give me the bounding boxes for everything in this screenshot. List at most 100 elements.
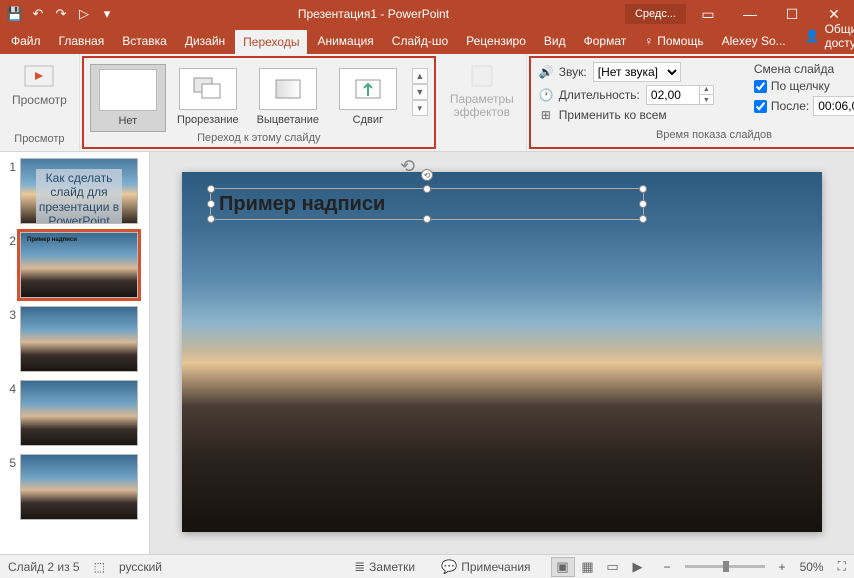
sound-label: Звук:	[559, 65, 587, 79]
thumb-4[interactable]	[20, 380, 138, 446]
tab-file[interactable]: Файл	[2, 28, 50, 54]
after-spinner[interactable]: ▲▼	[813, 96, 854, 116]
spellcheck-icon[interactable]: ⬚	[94, 560, 105, 574]
effect-options-button: Параметры эффектов	[444, 58, 520, 123]
sound-select[interactable]: [Нет звука]	[593, 62, 681, 82]
transition-push[interactable]: Сдвиг	[330, 64, 406, 130]
slide[interactable]: Пример надписи ⟲	[182, 172, 822, 532]
zoom-knob[interactable]	[723, 561, 729, 572]
textbox[interactable]: Пример надписи ⟲	[210, 188, 644, 220]
zoom-slider[interactable]	[685, 565, 765, 568]
tab-help[interactable]: ♀Помощь	[635, 28, 712, 54]
duration-up[interactable]: ▲	[699, 85, 713, 95]
slideshow-view-button[interactable]: ▶	[626, 557, 650, 577]
thumb-row-2[interactable]: 2 Пример надписи	[4, 232, 145, 298]
gallery-up-button[interactable]: ▲	[412, 68, 428, 84]
zoom-out-button[interactable]: −	[664, 560, 671, 574]
handle-br[interactable]	[639, 215, 647, 223]
apply-all-button[interactable]: Применить ко всем	[559, 108, 667, 122]
comments-icon: 💬	[441, 559, 457, 575]
transition-none[interactable]: Нет	[90, 64, 166, 132]
duration-input[interactable]	[647, 88, 699, 102]
zoom-in-button[interactable]: +	[779, 560, 786, 574]
body: 1 Как сделать слайд дляпрезентации в Pow…	[0, 152, 854, 554]
thumb-3[interactable]	[20, 306, 138, 372]
notes-button[interactable]: ≣Заметки	[348, 557, 421, 577]
advance-title: Смена слайда	[754, 62, 854, 76]
transition-cut-icon	[179, 68, 237, 110]
canvas[interactable]: ⟲ Пример надписи ⟲	[150, 152, 854, 554]
zoom-level[interactable]: 50%	[800, 560, 824, 574]
fit-window-button[interactable]: ⛶	[838, 559, 846, 574]
ribbon: Просмотр Просмотр Нет Прорезание Выцвета…	[0, 54, 854, 152]
preview-label: Просмотр	[12, 93, 67, 107]
tab-design[interactable]: Дизайн	[176, 28, 234, 54]
handle-tl[interactable]	[207, 185, 215, 193]
tab-transitions[interactable]: Переходы	[234, 29, 308, 54]
duration-down[interactable]: ▼	[699, 95, 713, 105]
tab-review[interactable]: Рецензиро	[457, 28, 535, 54]
tab-slideshow[interactable]: Слайд-шо	[383, 28, 457, 54]
person-icon: 👤	[805, 29, 820, 43]
thumb-1[interactable]: Как сделать слайд дляпрезентации в Power…	[20, 158, 138, 224]
group-timing: 🔊 Звук: [Нет звука] 🕐 Длительность: ▲▼ ⊞…	[529, 56, 854, 149]
notes-icon: ≣	[354, 559, 365, 575]
tab-insert[interactable]: Вставка	[113, 28, 176, 54]
tab-animations[interactable]: Анимация	[308, 28, 382, 54]
textbox-text: Пример надписи	[219, 193, 385, 216]
group-preview-label: Просмотр	[14, 133, 64, 147]
tab-format[interactable]: Формат	[575, 28, 636, 54]
transition-push-label: Сдвиг	[353, 114, 383, 126]
preview-button[interactable]: Просмотр	[6, 58, 73, 111]
tab-home[interactable]: Главная	[50, 28, 114, 54]
duration-label: Длительность:	[559, 88, 640, 102]
minimize-button[interactable]: —	[730, 0, 770, 28]
transition-fade[interactable]: Выцветание	[250, 64, 326, 130]
status-slide: Слайд 2 из 5	[8, 560, 80, 574]
thumb-row-4[interactable]: 4	[4, 380, 145, 446]
thumb-row-1[interactable]: 1 Как сделать слайд дляпрезентации в Pow…	[4, 158, 145, 224]
redo-button[interactable]: ↷	[50, 3, 72, 25]
save-button[interactable]: 💾	[4, 3, 26, 25]
group-transitions: Нет Прорезание Выцветание Сдвиг ▲ ▼ ▾ Пе…	[82, 56, 436, 149]
transition-fade-label: Выцветание	[257, 114, 319, 126]
handle-tr[interactable]	[639, 185, 647, 193]
sound-icon: 🔊	[539, 65, 553, 79]
sorter-view-button[interactable]: ▦	[576, 557, 600, 577]
titlebar: 💾 ↶ ↷ ▷ ▾ Презентация1 - PowerPoint Сред…	[0, 0, 854, 28]
start-slideshow-button[interactable]: ▷	[73, 3, 95, 25]
handle-tm[interactable]	[423, 185, 431, 193]
rotate-handle[interactable]: ⟲	[421, 169, 433, 181]
gallery-more-button[interactable]: ▾	[412, 100, 428, 116]
group-transitions-label: Переход к этому слайду	[197, 132, 320, 146]
after-checkbox[interactable]	[754, 100, 767, 113]
status-language[interactable]: русский	[119, 560, 162, 574]
handle-bl[interactable]	[207, 215, 215, 223]
thumb-2[interactable]: Пример надписи	[20, 232, 138, 298]
share-button[interactable]: 👤Общий доступ	[795, 18, 854, 54]
undo-button[interactable]: ↶	[27, 3, 49, 25]
reading-view-button[interactable]: ▭	[601, 557, 625, 577]
handle-mr[interactable]	[639, 200, 647, 208]
after-input[interactable]	[814, 99, 854, 113]
group-preview: Просмотр Просмотр	[0, 54, 80, 151]
gallery-scroll: ▲ ▼ ▾	[412, 68, 428, 116]
duration-spinner[interactable]: ▲▼	[646, 85, 714, 105]
ribbon-options-button[interactable]: ▭	[688, 0, 728, 28]
transition-cut[interactable]: Прорезание	[170, 64, 246, 130]
thumb-row-3[interactable]: 3	[4, 306, 145, 372]
handle-ml[interactable]	[207, 200, 215, 208]
context-tab-badge[interactable]: Средс...	[625, 4, 686, 24]
comments-button[interactable]: 💬Примечания	[435, 557, 536, 577]
group-timing-label: Время показа слайдов	[656, 129, 772, 143]
handle-bm[interactable]	[423, 215, 431, 223]
on-click-checkbox[interactable]	[754, 80, 767, 93]
preview-icon	[23, 62, 55, 90]
tab-account[interactable]: Alexey So...	[713, 28, 795, 54]
gallery-down-button[interactable]: ▼	[412, 84, 428, 100]
qat-more-button[interactable]: ▾	[96, 3, 118, 25]
thumb-5[interactable]	[20, 454, 138, 520]
thumb-row-5[interactable]: 5	[4, 454, 145, 520]
normal-view-button[interactable]: ▣	[551, 557, 575, 577]
tab-view[interactable]: Вид	[535, 28, 575, 54]
